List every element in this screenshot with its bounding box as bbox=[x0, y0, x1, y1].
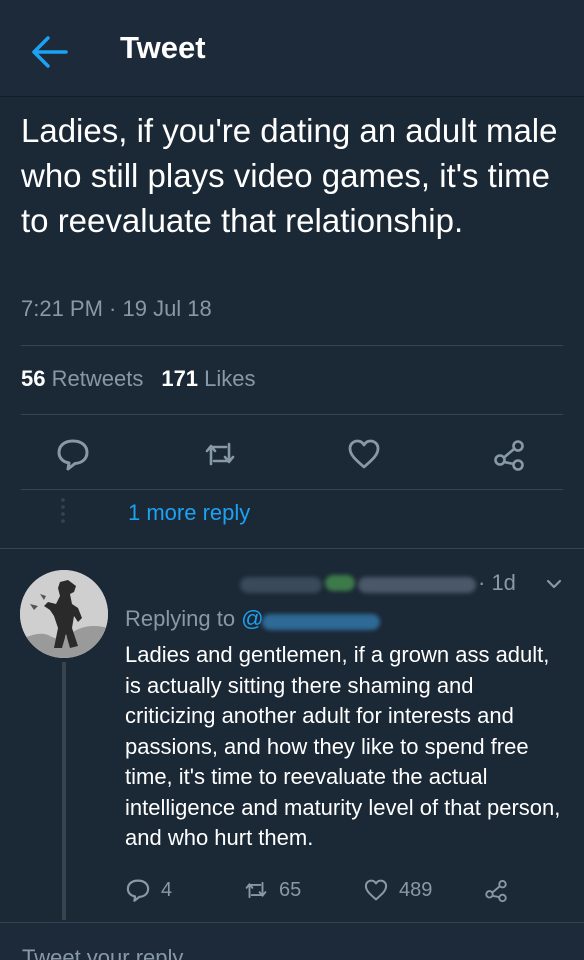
like-button[interactable] bbox=[346, 436, 382, 472]
retweets-stat[interactable]: 56 Retweets bbox=[21, 366, 143, 391]
heart-icon bbox=[348, 439, 380, 469]
divider bbox=[21, 414, 563, 415]
redacted-display-name bbox=[240, 577, 322, 593]
more-replies-link[interactable]: 1 more reply bbox=[128, 500, 250, 526]
reply-share-button[interactable] bbox=[483, 876, 519, 904]
godzilla-avatar-image bbox=[20, 570, 108, 658]
likes-label: Likes bbox=[204, 366, 256, 391]
tweet-timestamp: 7:21 PM · 19 Jul 18 bbox=[21, 296, 212, 321]
avatar[interactable] bbox=[20, 570, 108, 658]
reply-reply-button[interactable]: 4 bbox=[125, 876, 172, 904]
likes-count: 171 bbox=[161, 366, 199, 391]
divider bbox=[21, 489, 563, 490]
page-title: Tweet bbox=[120, 30, 206, 65]
retweets-count: 56 bbox=[21, 366, 46, 391]
reply-timestamp: · 1d bbox=[478, 570, 516, 595]
tweet-menu-button[interactable] bbox=[545, 575, 563, 593]
share-icon bbox=[485, 880, 507, 903]
redacted-badge bbox=[325, 575, 355, 591]
share-icon bbox=[494, 440, 524, 471]
speech-bubble-icon bbox=[57, 439, 89, 471]
arrow-left-icon bbox=[32, 36, 68, 68]
reply-text: Ladies and gentlemen, if a grown ass adu… bbox=[125, 642, 561, 850]
retweet-button[interactable] bbox=[202, 436, 238, 472]
redacted-handle bbox=[262, 614, 380, 630]
share-button[interactable] bbox=[491, 436, 527, 472]
section-divider bbox=[0, 548, 584, 549]
reply-input[interactable] bbox=[22, 945, 562, 960]
tweet-detail-screen: Tweet Ladies, if you're dating an adult … bbox=[0, 0, 584, 960]
retweet-count: 65 bbox=[279, 878, 302, 901]
reply-count: 4 bbox=[161, 878, 173, 901]
reply-like-button[interactable]: 489 bbox=[363, 876, 432, 904]
chevron-down-icon bbox=[546, 579, 562, 589]
likes-stat[interactable]: 171 Likes bbox=[161, 366, 255, 391]
divider bbox=[21, 345, 563, 346]
reply-composer bbox=[0, 922, 584, 960]
thread-dots-icon bbox=[61, 498, 65, 523]
like-count: 489 bbox=[399, 878, 433, 901]
tweet-stats: 56 Retweets 171 Likes bbox=[21, 366, 256, 392]
replying-prefix: Replying to bbox=[125, 606, 236, 631]
retweet-icon bbox=[245, 881, 267, 899]
retweets-label: Retweets bbox=[51, 366, 144, 391]
back-button[interactable] bbox=[30, 34, 70, 70]
speech-bubble-icon bbox=[126, 879, 150, 902]
top-bar: Tweet bbox=[0, 0, 584, 97]
redacted-username bbox=[358, 577, 476, 593]
reply-button[interactable] bbox=[55, 436, 91, 472]
replying-to: Replying to @ bbox=[125, 606, 264, 632]
tweet-text: Ladies, if you're dating an adult male w… bbox=[21, 112, 558, 239]
thread-line bbox=[62, 662, 66, 920]
retweet-icon bbox=[205, 442, 235, 466]
replying-handle[interactable]: @ bbox=[241, 606, 263, 631]
heart-icon bbox=[364, 879, 388, 901]
reply-retweet-button[interactable]: 65 bbox=[243, 876, 301, 904]
